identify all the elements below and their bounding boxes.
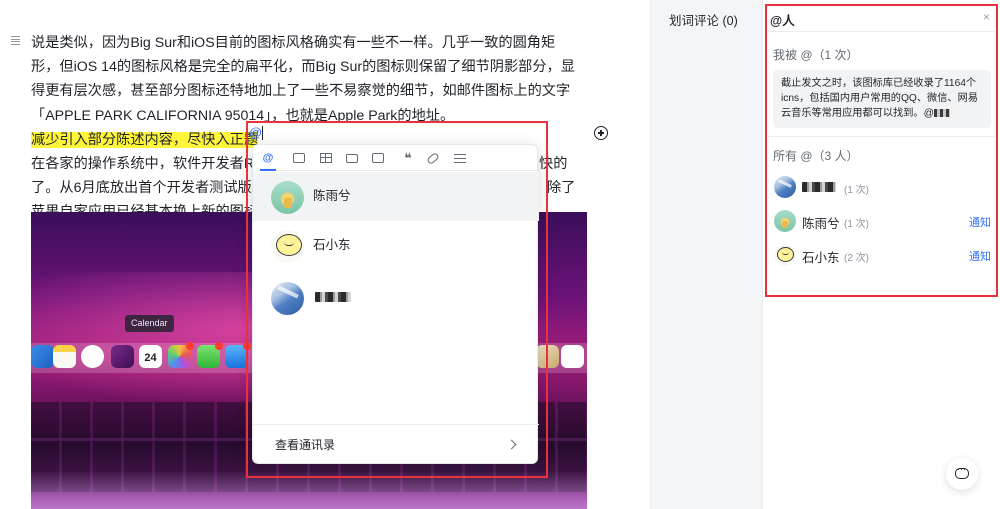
chat-bubble-icon bbox=[955, 464, 969, 479]
reminders-app-icon bbox=[81, 345, 104, 368]
table-icon[interactable] bbox=[320, 153, 332, 163]
calendar-tooltip: Calendar bbox=[125, 315, 174, 332]
mention-trigger[interactable]: @ bbox=[249, 124, 269, 142]
image-shine bbox=[31, 470, 587, 509]
candidate-name: 石小东 bbox=[313, 238, 351, 252]
dock-app-icon bbox=[31, 345, 54, 368]
paragraph-line: 得更有层次感，甚至部分图标还特地加上了一些不易察觉的细节，如邮件图标上的文字 bbox=[31, 83, 571, 100]
text-fragment: 快的 bbox=[539, 155, 568, 172]
dock-app-icon bbox=[536, 345, 559, 368]
mention-name: 石小东 bbox=[802, 251, 840, 265]
text-fragment: 了。从6月底放出首个开发者测试版 bbox=[31, 180, 252, 197]
text-fragment: 除了 bbox=[547, 180, 576, 197]
text-fragment: 在各家的操作系统中，软件开发者R bbox=[31, 155, 255, 172]
mention-count: (1 次) bbox=[844, 219, 869, 230]
avatar bbox=[774, 176, 796, 198]
mention-name: 陈雨兮 bbox=[802, 217, 840, 231]
messages-app-icon bbox=[197, 342, 223, 368]
redacted-name bbox=[315, 292, 351, 302]
all-mentions-title: 所有 @（3 人） bbox=[773, 149, 859, 163]
insert-block-button[interactable] bbox=[594, 126, 608, 140]
slack-app-icon bbox=[561, 345, 584, 368]
search-query: @人 bbox=[770, 14, 795, 28]
avatar bbox=[271, 230, 304, 263]
divider bbox=[768, 136, 994, 137]
notes-app-icon bbox=[53, 345, 76, 368]
chat-button[interactable] bbox=[946, 458, 978, 490]
quote-icon[interactable]: ❝ bbox=[401, 151, 415, 165]
notify-link[interactable]: 通知 bbox=[969, 214, 991, 230]
active-tab-indicator bbox=[260, 169, 276, 171]
paragraph-line: 「APPLE PARK CALIFORNIA 95014」，也就是Apple P… bbox=[31, 107, 455, 124]
paragraph-line: 说是类似，因为Big Sur和iOS目前的图标风格确实有一些不一样。几乎一致的圆… bbox=[31, 35, 556, 51]
at-icon[interactable]: @ bbox=[261, 151, 275, 165]
redacted-name bbox=[933, 109, 950, 118]
highlighted-text: 减少引入部分陈述内容，尽快入正题 bbox=[31, 131, 259, 148]
divider bbox=[768, 31, 994, 32]
link-icon[interactable] bbox=[426, 151, 440, 166]
view-contacts-button[interactable]: 查看通讯录 bbox=[253, 424, 539, 465]
more-icon[interactable] bbox=[454, 154, 466, 163]
mention-count: (2 次) bbox=[844, 253, 869, 264]
avatar bbox=[271, 181, 304, 214]
redacted-name bbox=[802, 182, 836, 192]
mention-search-input[interactable]: @人 × bbox=[768, 8, 994, 28]
comment-tabs-column: 划词评论 (0) bbox=[650, 0, 762, 509]
insert-toolbar: @ ❝ bbox=[253, 145, 539, 171]
photos-app-icon bbox=[168, 342, 194, 368]
outline-icon[interactable] bbox=[11, 36, 20, 45]
notify-link[interactable]: 通知 bbox=[969, 248, 991, 264]
mention-count: (1 次) bbox=[844, 185, 869, 196]
mention-row[interactable]: 石小东 (2 次) 通知 bbox=[772, 241, 994, 269]
folder-icon[interactable] bbox=[346, 154, 358, 163]
mention-quote-card[interactable]: 截止发文之时，该图标库已经收录了1164个icns，包括国内用户常用的QQ、微信… bbox=[773, 70, 991, 128]
code-block-icon[interactable] bbox=[372, 153, 384, 163]
affinity-app-icon bbox=[111, 345, 134, 368]
close-icon[interactable]: × bbox=[983, 10, 990, 24]
mention-candidate[interactable] bbox=[253, 273, 539, 322]
avatar bbox=[774, 210, 796, 232]
candidate-name: 陈雨兮 bbox=[313, 189, 351, 203]
avatar bbox=[271, 282, 304, 315]
mention-row[interactable]: 陈雨兮 (1 次) 通知 bbox=[772, 207, 994, 235]
mention-candidate[interactable]: 陈雨兮 bbox=[253, 172, 539, 221]
paragraph-line: 形，但iOS 14的图标风格是完全的扁平化，而Big Sur的图标则保留了细节阴… bbox=[31, 59, 575, 76]
image-icon[interactable] bbox=[293, 153, 305, 163]
chevron-right-icon bbox=[506, 439, 517, 450]
mention-popup: @ ❝ 陈雨兮 石小东 查看通讯录 bbox=[252, 144, 539, 465]
avatar bbox=[774, 244, 796, 266]
mentioned-me-title: 我被 @（1 次） bbox=[773, 48, 859, 62]
appstore-app-icon bbox=[225, 342, 251, 368]
tab-text-comments[interactable]: 划词评论 (0) bbox=[669, 10, 738, 29]
view-contacts-label: 查看通讯录 bbox=[275, 438, 336, 452]
calendar-app-icon: 24 bbox=[139, 345, 162, 368]
mention-candidate[interactable]: 石小东 bbox=[253, 221, 539, 270]
mention-row[interactable]: (1 次) bbox=[772, 173, 994, 201]
